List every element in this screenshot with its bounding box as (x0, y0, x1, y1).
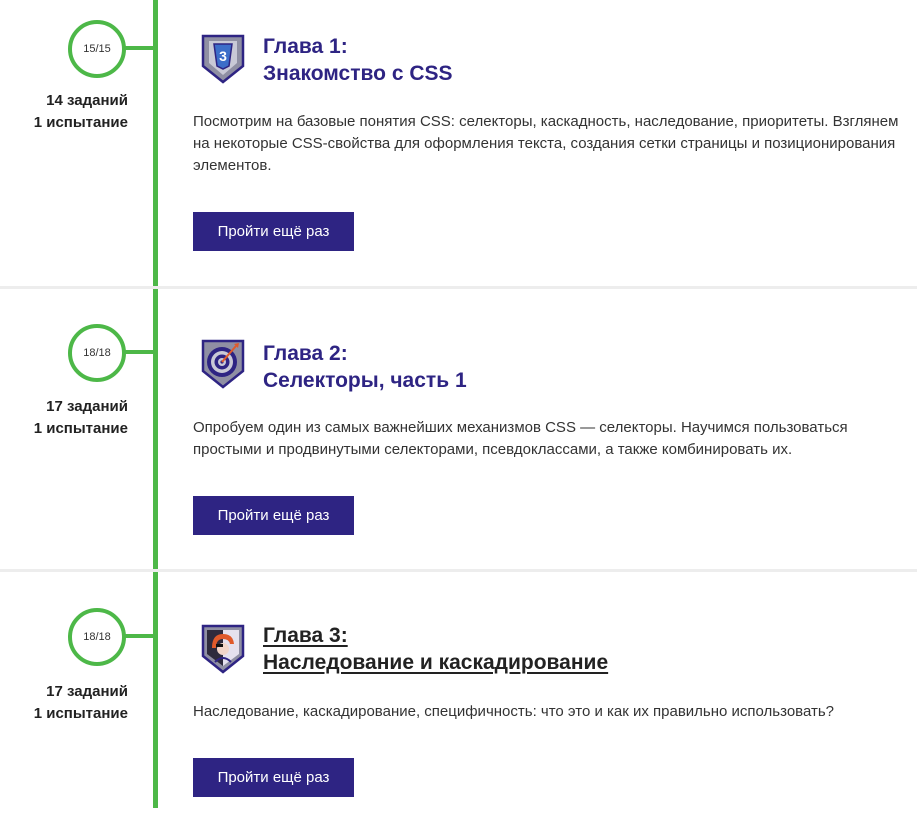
trials-count: 1 испытание (33, 705, 128, 722)
target-arrow-icon (200, 337, 246, 389)
chapter-2: 18/18 17 заданий 1 испытание Глава 2: Се… (0, 289, 917, 569)
helmet-portrait-icon (200, 622, 246, 674)
retry-button[interactable]: Пройти ещё раз (193, 758, 354, 797)
chapter-name: Знакомство с CSS (263, 62, 453, 85)
chapter-3: 18/18 17 заданий 1 испытание Глава 3: На… (0, 572, 917, 825)
chapter-description: Наследование, каскадирование, специфично… (193, 703, 835, 720)
chapter-description: Посмотрим на базовые понятия CSS: селект… (193, 113, 899, 174)
trials-count: 1 испытание (33, 420, 128, 437)
chapter-number: Глава 1: (263, 35, 348, 58)
progress-circle: 18/18 (68, 324, 126, 382)
chapter-name: Селекторы, часть 1 (263, 369, 467, 392)
chapter-title[interactable]: Глава 3: Наследование и каскадирование (263, 622, 608, 676)
progress-circle: 15/15 (68, 20, 126, 78)
tasks-count: 17 заданий (46, 683, 128, 700)
tasks-count: 14 заданий (46, 92, 128, 109)
timeline-connector (122, 46, 154, 50)
svg-text:3: 3 (219, 48, 227, 64)
chapter-1: 15/15 14 заданий 1 испытание 3 Глава 1: … (0, 0, 917, 286)
retry-button[interactable]: Пройти ещё раз (193, 212, 354, 251)
chapter-name: Наследование и каскадирование (263, 651, 609, 674)
progress-circle: 18/18 (68, 608, 126, 666)
retry-button[interactable]: Пройти ещё раз (193, 496, 354, 535)
progress-count: 15/15 (83, 43, 111, 55)
chapter-stats: 14 заданий 1 испытание (0, 90, 128, 134)
chapter-number: Глава 2: (263, 342, 348, 365)
chapter-title[interactable]: Глава 2: Селекторы, часть 1 (263, 340, 467, 394)
timeline-connector (122, 350, 154, 354)
progress-count: 18/18 (83, 631, 111, 643)
tasks-count: 17 заданий (46, 398, 128, 415)
chapter-title[interactable]: Глава 1: Знакомство с CSS (263, 33, 453, 87)
timeline-connector (122, 634, 154, 638)
chapter-stats: 17 заданий 1 испытание (0, 396, 128, 440)
css3-shield-icon: 3 (200, 32, 246, 84)
chapter-number: Глава 3: (263, 624, 348, 647)
chapter-stats: 17 заданий 1 испытание (0, 681, 128, 725)
chapter-description: Опробуем один из самых важнейших механиз… (193, 419, 848, 458)
progress-count: 18/18 (83, 347, 111, 359)
trials-count: 1 испытание (33, 114, 128, 131)
